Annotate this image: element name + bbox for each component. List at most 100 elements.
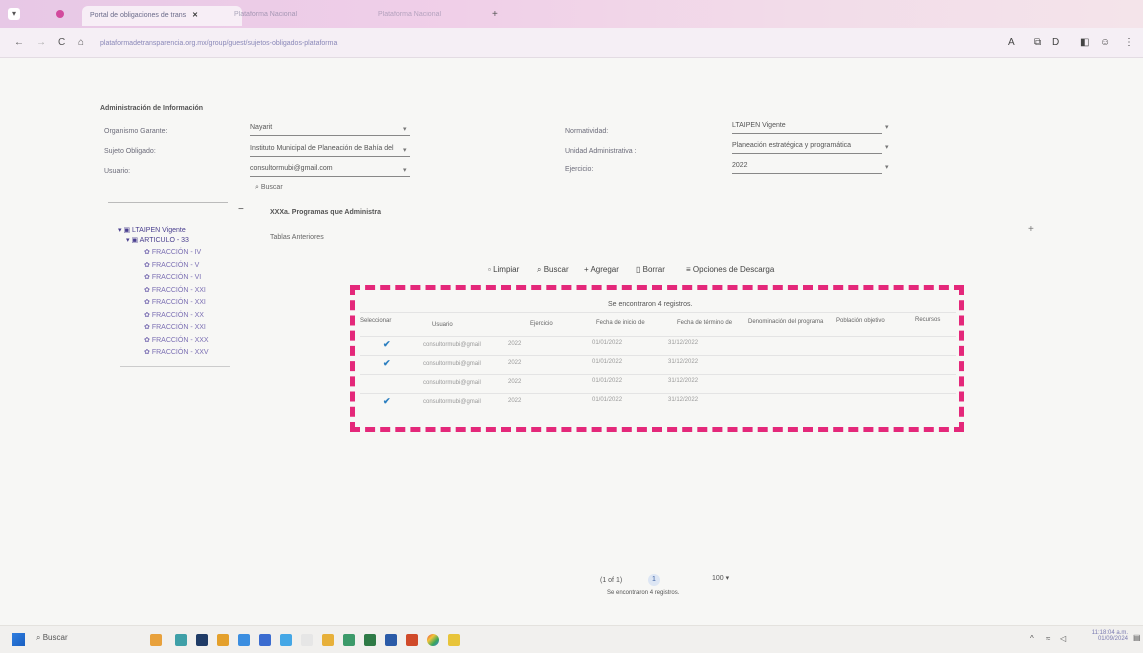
tree-item-fraccion[interactable]: ✿ FRACCIÓN - XXI <box>144 298 206 306</box>
cell-fecha-termino: 31/12/2022 <box>668 340 699 346</box>
skype-icon[interactable] <box>280 634 292 646</box>
taskbar-clock[interactable]: 11:18:04 a.m. 01/09/2024 <box>1080 630 1128 642</box>
extension-icon[interactable]: ⧉ <box>1034 37 1041 48</box>
collapse-panel-button[interactable]: − <box>238 204 244 215</box>
col-header-poblacion[interactable]: Población objetivo <box>836 318 885 324</box>
new-tab-button[interactable]: + <box>492 9 498 20</box>
tree-item-fraccion[interactable]: ✿ FRACCIÓN - VI <box>144 273 201 281</box>
folder-icon: ▾ ▣ <box>118 227 133 234</box>
tree-article[interactable]: ▾ ▣ ARTICULO - 33 <box>126 236 189 244</box>
col-header-ejercicio[interactable]: Ejercicio <box>530 321 553 327</box>
tree-item-fraccion[interactable]: ✿ FRACCIÓN - V <box>144 261 199 269</box>
tab-portal[interactable]: Portal de obligaciones de trans ✕ <box>82 6 242 26</box>
powerpoint-icon[interactable] <box>406 634 418 646</box>
photos-icon[interactable] <box>322 634 334 646</box>
word-icon[interactable] <box>385 634 397 646</box>
organismo-select[interactable]: Nayarit <box>250 122 410 136</box>
tab-list-icon[interactable]: ▾ <box>8 8 20 20</box>
limpiar-label: Limpiar <box>493 265 520 274</box>
cell-usuario: consultormubi@gmail <box>423 399 481 405</box>
url-field[interactable]: plataformadetransparencia.org.mx/group/g… <box>100 40 337 47</box>
col-header-recursos[interactable]: Recursos <box>915 317 940 323</box>
expand-panel-button[interactable]: + <box>1028 224 1034 235</box>
chevron-down-icon[interactable]: ▾ <box>403 146 407 154</box>
excel-icon[interactable] <box>364 634 376 646</box>
chevron-down-icon[interactable]: ▾ <box>403 166 407 174</box>
tree-root-label: LTAIPEN Vigente <box>132 227 186 234</box>
sidepanel-icon[interactable]: ◧ <box>1080 37 1089 48</box>
col-header-usuario[interactable]: Usuario <box>432 322 453 328</box>
search-button[interactable]: ⌕ Buscar <box>255 184 283 192</box>
tab-plataforma-2[interactable]: Plataforma Nacional <box>370 6 490 26</box>
tablas-anteriores-link[interactable]: Tablas Anteriores <box>270 234 324 241</box>
cell-fecha-termino: 31/12/2022 <box>668 359 699 365</box>
tree-item-fraccion[interactable]: ✿ FRACCIÓN - XXV <box>144 348 209 356</box>
tree-item-fraccion[interactable]: ✿ FRACCIÓN - XXX <box>144 336 209 344</box>
edge-icon[interactable] <box>238 634 250 646</box>
file-explorer-icon[interactable] <box>217 634 229 646</box>
agregar-label: Agregar <box>590 265 619 274</box>
chrome-icon[interactable] <box>427 634 439 646</box>
reload-icon[interactable]: C <box>58 37 65 48</box>
profile-icon[interactable]: D <box>1052 37 1059 48</box>
sujeto-label: Sujeto Obligado: <box>104 148 156 155</box>
taskbar-search[interactable]: ⌕ Buscar <box>36 633 68 643</box>
borrar-label: Borrar <box>642 265 665 274</box>
chevron-down-icon[interactable]: ▾ <box>885 123 889 131</box>
windows-start-icon[interactable] <box>12 633 25 646</box>
chevron-down-icon[interactable]: ▾ <box>885 163 889 171</box>
page-1-button[interactable]: 1 <box>648 574 660 586</box>
row-checkbox-checked-icon[interactable]: ✔ <box>383 396 391 407</box>
translate-icon[interactable]: A <box>1008 37 1015 48</box>
limpiar-button[interactable]: ▫ Limpiar <box>488 265 519 274</box>
tree-item-fraccion[interactable]: ✿ FRACCIÓN - XX <box>144 311 204 319</box>
tab-plataforma-1[interactable]: Plataforma Nacional <box>226 6 356 26</box>
sujeto-select[interactable]: Instituto Municipal de Planeación de Bah… <box>250 143 410 157</box>
folder-icon[interactable] <box>448 634 460 646</box>
task-view-icon[interactable] <box>196 634 208 646</box>
menu-icon[interactable]: ⋮ <box>1124 37 1134 48</box>
opciones-label: Opciones de Descarga <box>692 265 775 274</box>
ejercicio-select[interactable]: 2022 <box>732 160 882 174</box>
col-header-seleccionar: Seleccionar <box>360 318 392 324</box>
buscar-button[interactable]: ⌕ Buscar <box>537 265 569 275</box>
col-header-fecha-termino[interactable]: Fecha de término de <box>677 320 732 326</box>
tree-item-fraccion[interactable]: ✿ FRACCIÓN - IV <box>144 248 201 256</box>
cell-fecha-termino: 31/12/2022 <box>668 397 699 403</box>
whatsapp-icon[interactable] <box>343 634 355 646</box>
tray-chevron-icon[interactable]: ^ <box>1030 634 1034 643</box>
account-icon[interactable]: ☺ <box>1100 37 1110 48</box>
tree-item-fraccion[interactable]: ✿ FRACCIÓN - XXI <box>144 323 206 331</box>
normatividad-select[interactable]: LTAIPEN Vigente <box>732 120 882 134</box>
widgets-icon[interactable] <box>175 634 187 646</box>
tree-root[interactable]: ▾ ▣ LTAIPEN Vigente <box>118 226 186 234</box>
usuario-value: consultormubi@gmail.com <box>250 165 333 172</box>
tree-item-label: FRACCIÓN - V <box>151 261 200 269</box>
row-checkbox-checked-icon[interactable]: ✔ <box>383 339 391 350</box>
app-icon[interactable] <box>301 634 313 646</box>
weather-icon[interactable] <box>150 634 162 646</box>
opciones-descarga-button[interactable]: ≡ Opciones de Descarga <box>686 265 774 274</box>
col-header-denominacion[interactable]: Denominación del programa <box>748 319 823 325</box>
divider <box>360 355 956 356</box>
page-size-select[interactable]: 100 ▾ <box>712 574 729 582</box>
store-icon[interactable] <box>259 634 271 646</box>
close-tab-icon[interactable]: ✕ <box>192 12 198 19</box>
usuario-select[interactable]: consultormubi@gmail.com <box>250 163 410 177</box>
leaf-icon: ✿ <box>144 311 152 319</box>
borrar-button[interactable]: ▯ Borrar <box>636 265 665 274</box>
chevron-down-icon[interactable]: ▾ <box>885 143 889 151</box>
back-icon[interactable]: ← <box>14 37 24 48</box>
notification-icon[interactable]: ▤ <box>1133 633 1141 642</box>
unidad-select[interactable]: Planeación estratégica y programática <box>732 140 882 154</box>
tree-item-fraccion[interactable]: ✿ FRACCIÓN - XXI <box>144 286 206 294</box>
forward-icon[interactable]: → <box>36 37 46 48</box>
ejercicio-label: Ejercicio: <box>565 166 594 173</box>
home-icon[interactable]: ⌂ <box>78 37 84 48</box>
volume-icon[interactable]: ◁ <box>1060 634 1066 643</box>
wifi-icon[interactable]: ≈ <box>1046 634 1050 643</box>
col-header-fecha-inicio[interactable]: Fecha de inicio de <box>596 320 645 326</box>
chevron-down-icon[interactable]: ▾ <box>403 125 407 133</box>
row-checkbox-checked-icon[interactable]: ✔ <box>383 358 391 369</box>
agregar-button[interactable]: + Agregar <box>584 265 619 274</box>
